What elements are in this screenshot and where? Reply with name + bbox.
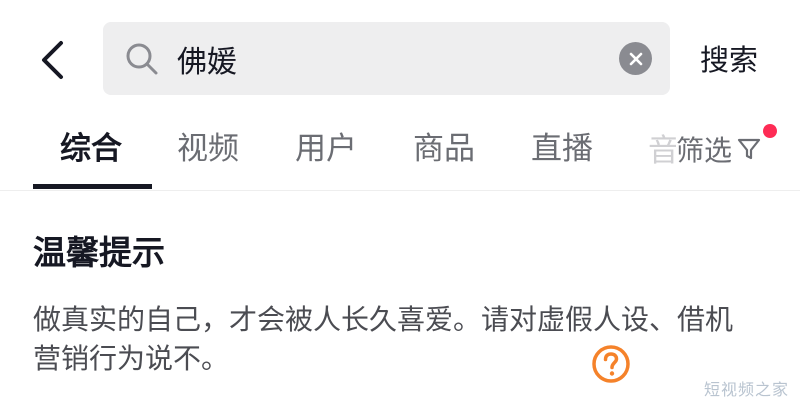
- tip-line-2: 营销行为说不。: [33, 342, 230, 375]
- tip-title: 温馨提示: [33, 233, 165, 272]
- back-button[interactable]: [30, 36, 74, 84]
- tip-body: 做真实的自己，才会被人长久喜爱。请对虚假人设、借机 营销行为说不。: [33, 300, 773, 378]
- tab-users[interactable]: 用户: [295, 128, 357, 170]
- active-tab-indicator: [33, 184, 152, 189]
- search-input[interactable]: [177, 22, 597, 95]
- filter-button[interactable]: 筛选: [676, 128, 763, 170]
- filter-funnel-icon: [737, 138, 761, 160]
- result-tabs: 综合 视频 用户 商品 直播 音 筛选: [0, 108, 800, 191]
- tab-live[interactable]: 直播: [531, 128, 593, 170]
- search-results-page: 搜索 综合 视频 用户 商品 直播 音 筛选 温馨提示 做真实的自己，才会被人长…: [0, 0, 800, 404]
- tab-products[interactable]: 商品: [413, 128, 475, 170]
- search-icon: [126, 43, 158, 75]
- tab-videos[interactable]: 视频: [177, 128, 239, 170]
- filter-label: 筛选: [676, 134, 733, 167]
- search-box[interactable]: [103, 22, 670, 95]
- clear-search-button[interactable]: [619, 42, 652, 75]
- filter-notification-dot: [763, 124, 777, 138]
- watermark: 短视频之家: [704, 380, 790, 399]
- tab-comprehensive[interactable]: 综合: [60, 128, 122, 170]
- clear-icon: [629, 52, 642, 65]
- tip-line-1: 做真实的自己，才会被人长久喜爱。请对虚假人设、借机: [33, 303, 734, 336]
- help-question-icon[interactable]: [591, 344, 631, 384]
- search-submit-button[interactable]: 搜索: [700, 36, 758, 84]
- chevron-left-icon: [42, 41, 63, 79]
- tab-music-partial[interactable]: 音: [648, 130, 676, 172]
